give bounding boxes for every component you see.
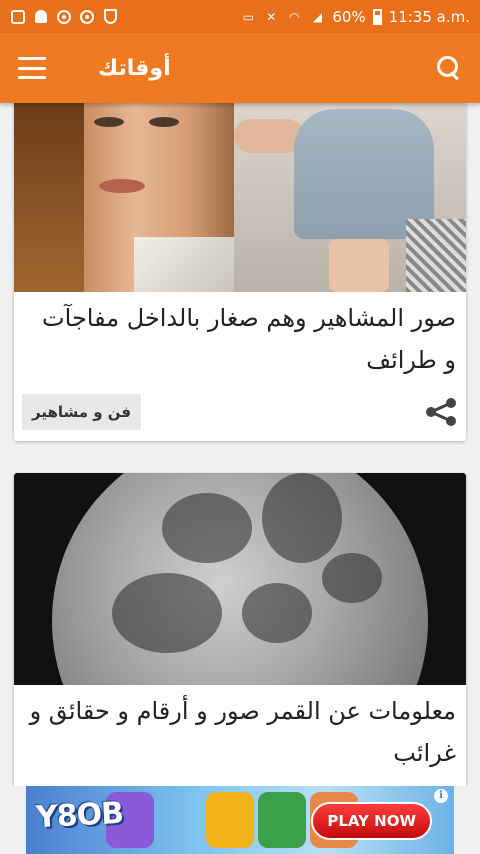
app-icon	[10, 9, 26, 25]
childhood-photo	[234, 103, 466, 292]
signal-icon: ◢	[312, 9, 322, 24]
moon-photo	[52, 473, 428, 685]
ad-brand-logo: Y8OB	[35, 795, 124, 836]
mute-icon: ✕	[266, 9, 277, 24]
location-icon	[79, 9, 95, 25]
cast-icon: ▭	[242, 9, 254, 24]
wifi-icon: ◠	[289, 9, 300, 24]
ad-character	[206, 792, 254, 848]
battery-percentage: 60%	[332, 7, 366, 26]
status-left-icons	[10, 9, 118, 25]
battery-icon	[372, 8, 382, 25]
ad-play-now-button[interactable]: PLAY NOW	[311, 802, 432, 840]
search-icon[interactable]	[436, 55, 462, 81]
category-tag[interactable]: فن و مشاهير	[22, 394, 142, 430]
ad-banner[interactable]: Y8OB PLAY NOW i	[26, 786, 454, 854]
status-right-icons: ▭ ✕ ◠ ◢ 60% 11:35 a.m.	[240, 8, 470, 26]
hamburger-menu-icon[interactable]	[18, 57, 46, 79]
article-footer: فن و مشاهير	[14, 389, 466, 435]
clock: 11:35 a.m.	[388, 7, 470, 26]
shield-icon	[102, 9, 118, 25]
location-icon	[56, 9, 72, 25]
article-image[interactable]	[14, 473, 466, 685]
share-icon[interactable]	[424, 397, 458, 427]
app-title: أوقاتك	[98, 55, 171, 81]
celebrity-portrait	[14, 103, 234, 292]
notification-bell-icon	[33, 9, 49, 25]
article-card[interactable]: معلومات عن القمر صور و أرقام و حقائق و غ…	[14, 473, 466, 786]
article-feed[interactable]: صور المشاهير وهم صغار بالداخل مفاجآت و ط…	[0, 103, 480, 786]
article-image[interactable]	[14, 103, 466, 292]
article-card[interactable]: صور المشاهير وهم صغار بالداخل مفاجآت و ط…	[14, 103, 466, 441]
ad-info-icon[interactable]: i	[434, 789, 448, 803]
status-bar: ▭ ✕ ◠ ◢ 60% 11:35 a.m.	[0, 0, 480, 33]
article-title[interactable]: معلومات عن القمر صور و أرقام و حقائق و غ…	[14, 685, 466, 774]
ad-character	[258, 792, 306, 848]
article-title[interactable]: صور المشاهير وهم صغار بالداخل مفاجآت و ط…	[14, 292, 466, 381]
app-bar: أوقاتك	[0, 33, 480, 103]
